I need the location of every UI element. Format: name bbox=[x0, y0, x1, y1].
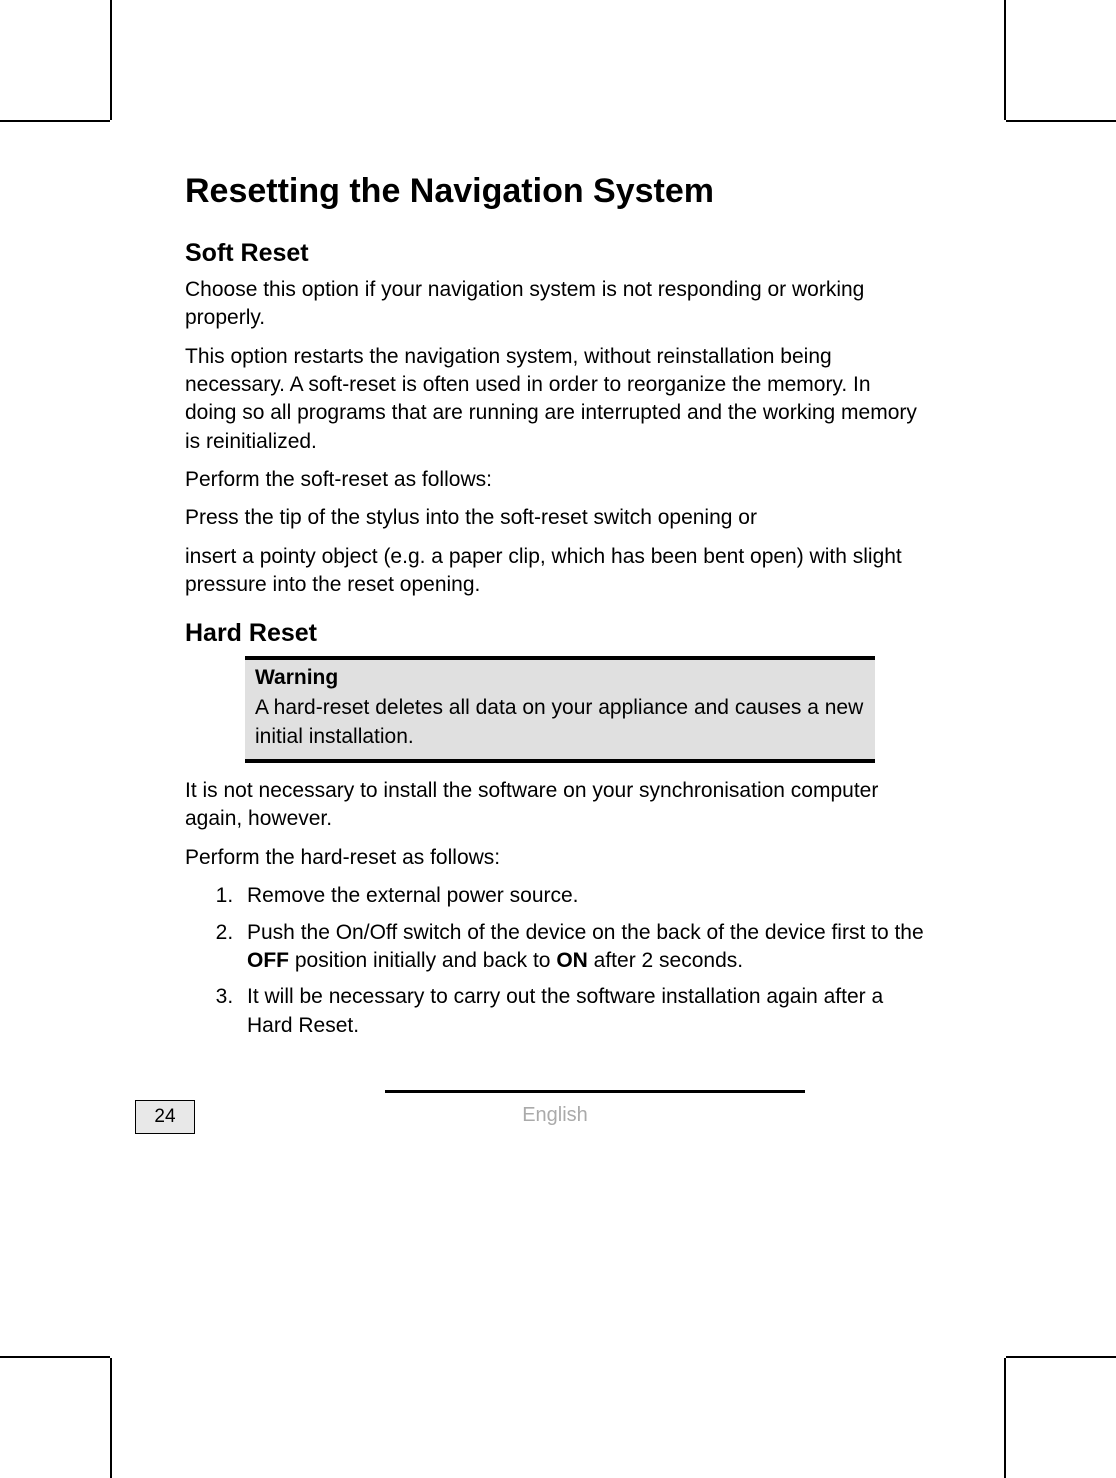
crop-mark bbox=[110, 1358, 112, 1478]
crop-mark bbox=[0, 120, 110, 122]
list-item: Remove the external power source. bbox=[239, 882, 925, 910]
crop-mark bbox=[1004, 1358, 1006, 1478]
page-content: Resetting the Navigation System Soft Res… bbox=[185, 172, 925, 1048]
main-heading: Resetting the Navigation System bbox=[185, 172, 925, 211]
list-text: Push the On/Off switch of the device on … bbox=[247, 921, 924, 944]
crop-mark bbox=[1006, 120, 1116, 122]
body-text: Choose this option if your navigation sy… bbox=[185, 276, 925, 333]
warning-title: Warning bbox=[255, 666, 865, 690]
bold-text: ON bbox=[556, 949, 588, 972]
crop-mark bbox=[110, 0, 112, 120]
list-item: Push the On/Off switch of the device on … bbox=[239, 919, 925, 976]
hard-reset-heading: Hard Reset bbox=[185, 619, 925, 648]
warning-body: A hard-reset deletes all data on your ap… bbox=[255, 694, 865, 751]
ordered-list: Remove the external power source. Push t… bbox=[239, 882, 925, 1040]
crop-mark bbox=[1004, 0, 1006, 120]
body-text: Perform the hard-reset as follows: bbox=[185, 844, 925, 872]
warning-box: Warning A hard-reset deletes all data on… bbox=[245, 656, 875, 763]
language-label: English bbox=[185, 1104, 925, 1127]
body-text: Perform the soft-reset as follows: bbox=[185, 466, 925, 494]
footer-divider bbox=[385, 1090, 805, 1093]
list-item: It will be necessary to carry out the so… bbox=[239, 983, 925, 1040]
soft-reset-heading: Soft Reset bbox=[185, 239, 925, 268]
list-text: position initially and back to bbox=[289, 949, 556, 972]
body-text: Press the tip of the stylus into the sof… bbox=[185, 504, 925, 532]
bold-text: OFF bbox=[247, 949, 289, 972]
crop-mark bbox=[1006, 1356, 1116, 1358]
crop-mark bbox=[0, 1356, 110, 1358]
body-text: insert a pointy object (e.g. a paper cli… bbox=[185, 543, 925, 600]
body-text: It is not necessary to install the softw… bbox=[185, 777, 925, 834]
body-text: This option restarts the navigation syst… bbox=[185, 343, 925, 456]
list-text: after 2 seconds. bbox=[588, 949, 743, 972]
